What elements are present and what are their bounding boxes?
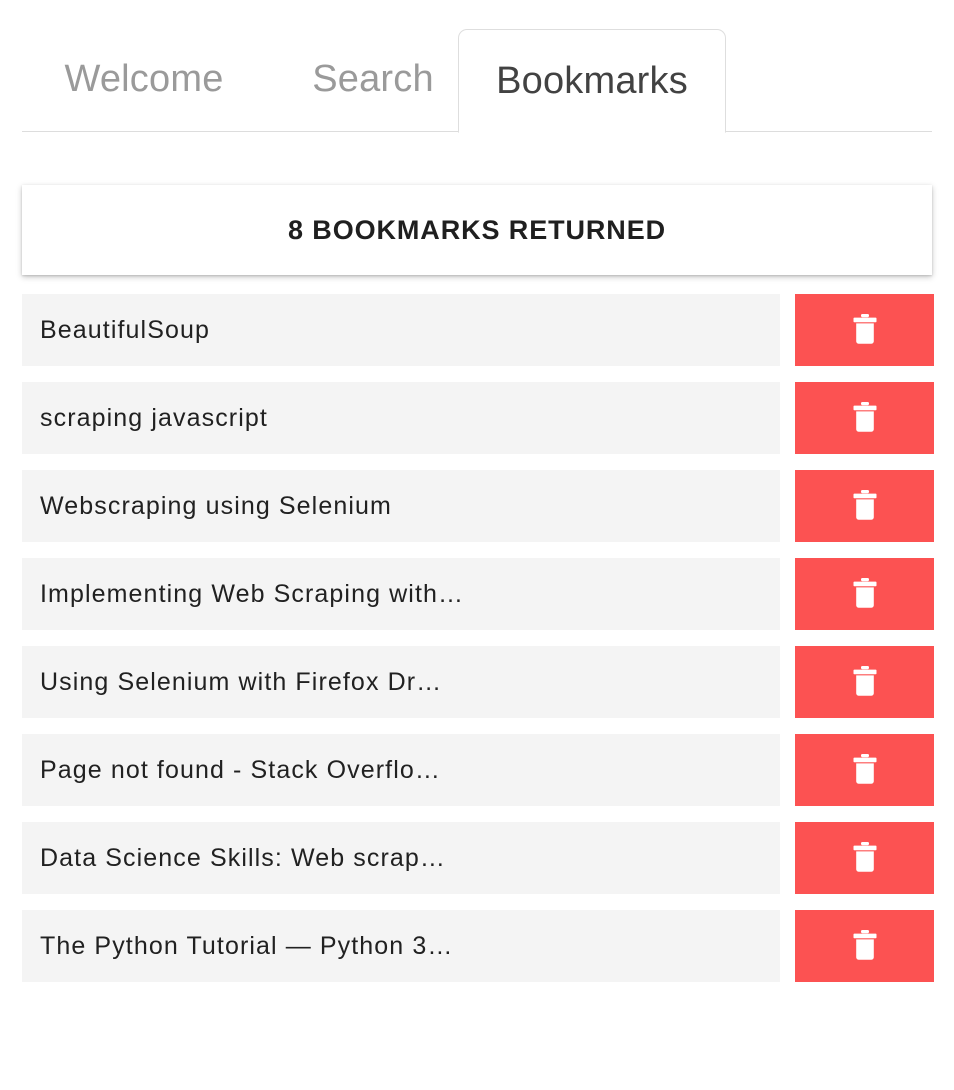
bookmark-title: BeautifulSoup: [40, 315, 210, 344]
delete-bookmark-button[interactable]: [795, 646, 934, 718]
bookmark-row: Using Selenium with Firefox Dr…: [0, 646, 954, 718]
bookmark-title: scraping javascript: [40, 403, 268, 432]
trash-icon: [853, 666, 876, 696]
tab-search-label: Search: [312, 58, 434, 100]
tab-search[interactable]: Search: [288, 29, 458, 132]
bookmark-title: Webscraping using Selenium: [40, 491, 392, 520]
bookmark-row: Webscraping using Selenium: [0, 470, 954, 542]
tab-welcome-label: Welcome: [64, 58, 224, 100]
trash-icon: [853, 578, 876, 608]
bookmark-title-cell[interactable]: Implementing Web Scraping with…: [22, 558, 780, 630]
results-header-card: 8 BOOKMARKS RETURNED: [22, 185, 932, 275]
trash-icon: [853, 402, 876, 432]
tab-list: Welcome Search Bookmarks: [0, 0, 726, 133]
bookmark-title-cell[interactable]: Data Science Skills: Web scrap…: [22, 822, 780, 894]
bookmark-row: BeautifulSoup: [0, 294, 954, 366]
tab-bookmarks[interactable]: Bookmarks: [458, 29, 726, 133]
bookmark-row: scraping javascript: [0, 382, 954, 454]
delete-bookmark-button[interactable]: [795, 558, 934, 630]
trash-icon: [853, 842, 876, 872]
bookmark-row: Implementing Web Scraping with…: [0, 558, 954, 630]
trash-icon: [853, 754, 876, 784]
bookmark-title-cell[interactable]: Page not found - Stack Overflo…: [22, 734, 780, 806]
bookmark-title-cell[interactable]: The Python Tutorial — Python 3…: [22, 910, 780, 982]
bookmark-row: Page not found - Stack Overflo…: [0, 734, 954, 806]
bookmark-list: BeautifulSoup scraping javascript Webscr…: [0, 294, 954, 998]
bookmark-row: The Python Tutorial — Python 3…: [0, 910, 954, 982]
bookmark-title: The Python Tutorial — Python 3…: [40, 931, 454, 960]
trash-icon: [853, 490, 876, 520]
bookmark-title: Using Selenium with Firefox Dr…: [40, 667, 443, 696]
tab-bar: Welcome Search Bookmarks: [0, 0, 954, 133]
tab-welcome[interactable]: Welcome: [0, 29, 288, 132]
results-count-title: 8 BOOKMARKS RETURNED: [287, 214, 667, 245]
delete-bookmark-button[interactable]: [795, 470, 934, 542]
trash-icon: [853, 930, 876, 960]
delete-bookmark-button[interactable]: [795, 910, 934, 982]
bookmark-title-cell[interactable]: BeautifulSoup: [22, 294, 780, 366]
bookmark-title: Page not found - Stack Overflo…: [40, 755, 441, 784]
trash-icon: [853, 314, 876, 344]
delete-bookmark-button[interactable]: [795, 822, 934, 894]
tab-bookmarks-label: Bookmarks: [496, 59, 688, 102]
bookmark-title-cell[interactable]: scraping javascript: [22, 382, 780, 454]
bookmark-title: Implementing Web Scraping with…: [40, 579, 465, 608]
delete-bookmark-button[interactable]: [795, 294, 934, 366]
bookmark-row: Data Science Skills: Web scrap…: [0, 822, 954, 894]
delete-bookmark-button[interactable]: [795, 382, 934, 454]
bookmark-title-cell[interactable]: Webscraping using Selenium: [22, 470, 780, 542]
delete-bookmark-button[interactable]: [795, 734, 934, 806]
bookmark-title-cell[interactable]: Using Selenium with Firefox Dr…: [22, 646, 780, 718]
bookmark-title: Data Science Skills: Web scrap…: [40, 843, 446, 872]
